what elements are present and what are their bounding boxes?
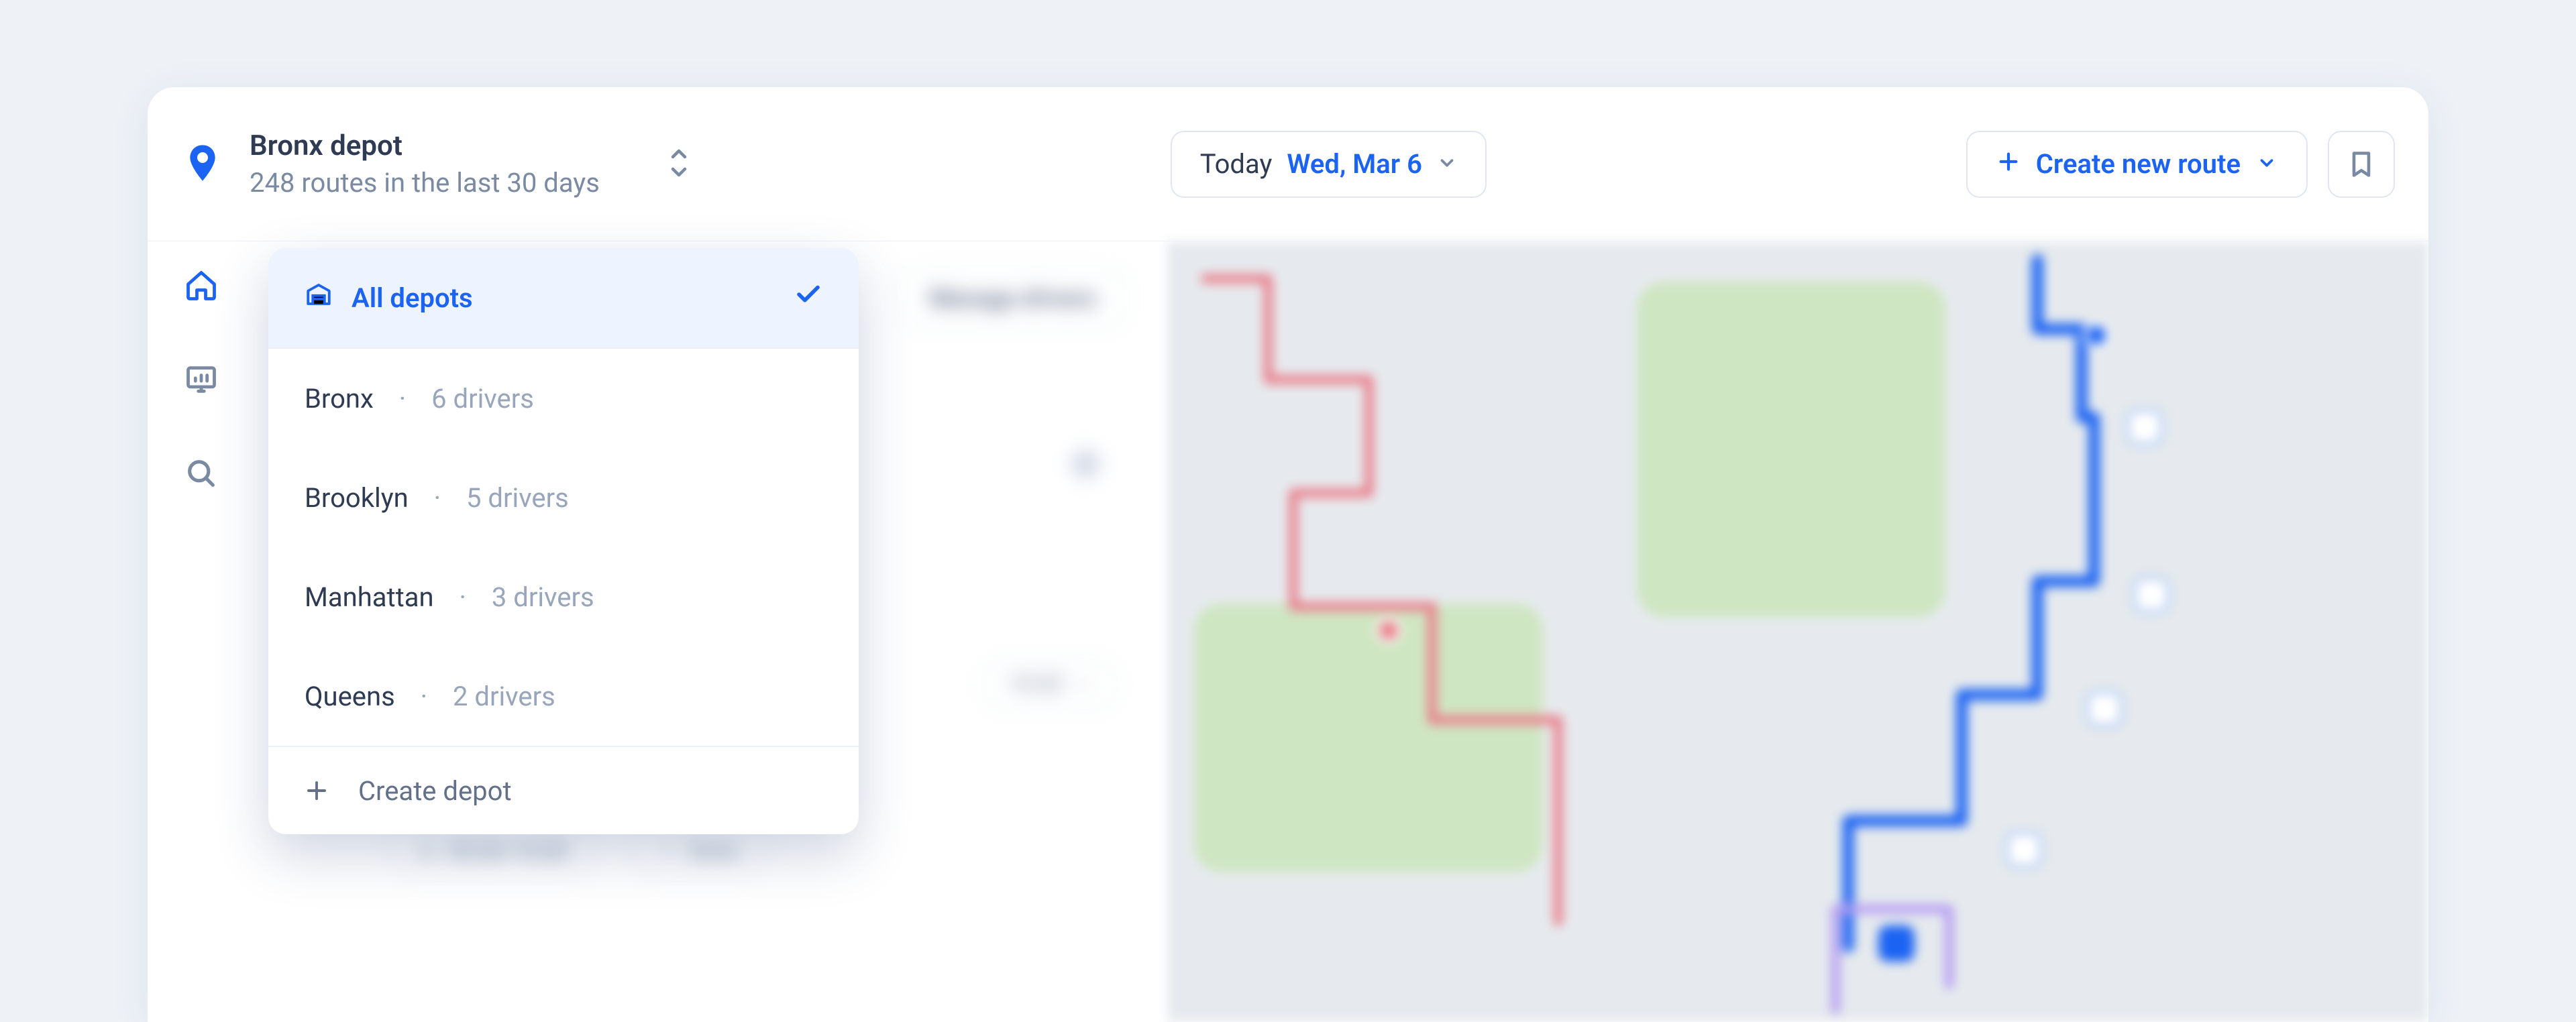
warehouse-icon — [305, 280, 333, 315]
time-pill[interactable]: 10:02 — [979, 657, 1120, 711]
date-picker[interactable]: Today Wed, Mar 6 — [1171, 131, 1487, 198]
map-canvas[interactable] — [1167, 241, 2428, 1022]
dropdown-item-label: Brooklyn — [305, 482, 409, 514]
search-icon[interactable] — [181, 453, 221, 494]
dropdown-item-queens[interactable]: Queens · 2 drivers — [268, 646, 859, 746]
manage-drivers-button[interactable]: Manage drivers — [899, 268, 1127, 329]
top-bar: Bronx depot 248 routes in the last 30 da… — [148, 87, 2428, 241]
plus-icon — [1997, 148, 2020, 180]
create-depot-label: Create depot — [358, 775, 512, 807]
status-dot — [1071, 449, 1100, 479]
dropdown-item-label: All depots — [352, 282, 473, 314]
depot-subtitle: 248 routes in the last 30 days — [250, 167, 600, 198]
create-depot-button[interactable]: Create depot — [268, 747, 859, 834]
create-route-label: Create new route — [2036, 148, 2241, 180]
dropdown-item-bronx[interactable]: Bronx · 6 drivers — [268, 349, 859, 448]
dropdown-item-meta: 2 drivers — [453, 681, 555, 712]
depot-title: Bronx depot 248 routes in the last 30 da… — [250, 129, 600, 198]
depot-name: Bronx depot — [250, 129, 600, 163]
dropdown-item-label: Queens — [305, 681, 395, 712]
location-pin-icon — [181, 141, 224, 187]
dropdown-item-label: Bronx — [305, 383, 374, 414]
dropdown-item-brooklyn[interactable]: Brooklyn · 5 drivers — [268, 448, 859, 547]
dropdown-item-meta: 6 drivers — [431, 383, 534, 414]
date-picker-date: Wed, Mar 6 — [1287, 148, 1422, 180]
app-window: Bronx depot 248 routes in the last 30 da… — [148, 87, 2428, 1022]
bookmark-button[interactable] — [2328, 131, 2395, 198]
chevron-down-icon — [1437, 148, 1457, 180]
chevron-down-icon — [2257, 148, 2277, 180]
check-icon — [794, 280, 822, 315]
dropdown-item-all-depots[interactable]: All depots — [268, 248, 859, 347]
dropdown-item-manhattan[interactable]: Manhattan · 3 drivers — [268, 547, 859, 646]
dropdown-item-meta: 5 drivers — [466, 482, 569, 514]
depot-dropdown: All depots Bronx · 6 drivers Brooklyn · … — [268, 248, 859, 834]
create-route-button[interactable]: Create new route — [1966, 131, 2308, 198]
dropdown-item-label: Manhattan — [305, 581, 434, 613]
dropdown-item-meta: 3 drivers — [492, 581, 594, 613]
side-rail — [148, 241, 255, 1022]
date-picker-today-label: Today — [1200, 148, 1273, 180]
dashboard-icon[interactable] — [181, 359, 221, 400]
depot-switcher-toggle[interactable] — [667, 143, 691, 186]
home-icon[interactable] — [181, 266, 221, 306]
